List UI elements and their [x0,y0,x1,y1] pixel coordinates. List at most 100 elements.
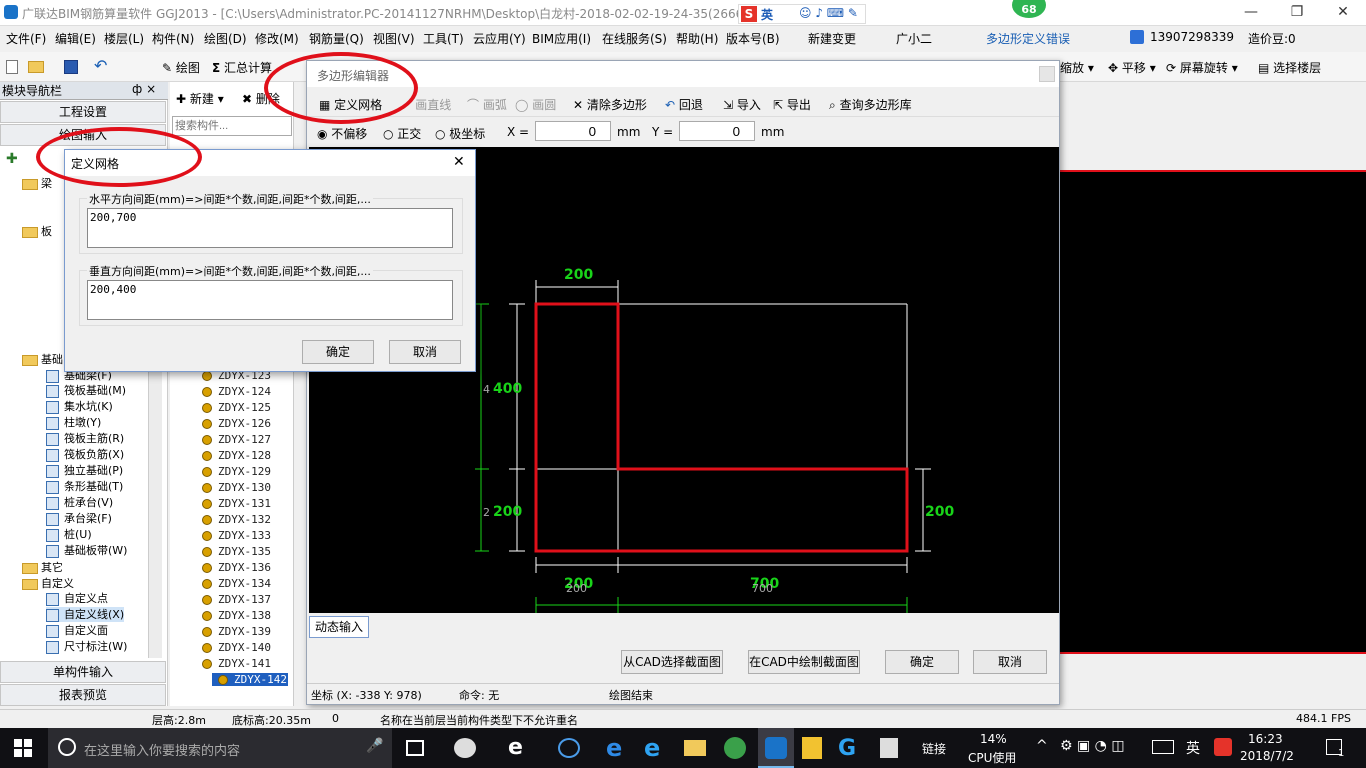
x-offset-input[interactable] [535,121,611,141]
poly-cancel-button[interactable]: 取消 [973,650,1047,674]
component-list-item[interactable]: ZDYX-130 [202,481,271,494]
add-icon[interactable]: ✚ [6,151,18,167]
ime-lang[interactable]: 英 [761,6,773,23]
export-button[interactable]: ⇱ 导出 [773,96,811,113]
sogou-tray-icon[interactable] [1214,738,1232,756]
folder-other[interactable]: 其它 [22,559,63,575]
windows-start-icon[interactable] [14,739,32,757]
g-app-icon[interactable]: G [838,736,856,761]
menu-draw[interactable]: 绘图(D) [204,30,247,47]
sum-tool[interactable]: Σ 汇总计算 [212,59,272,76]
menu-help[interactable]: 帮助(H) [676,30,718,47]
new-file-icon[interactable] [6,60,18,74]
draw-arc-button[interactable]: ⌒ 画弧 [467,96,507,113]
tree-item-pile[interactable]: 桩(U) [46,527,92,542]
import-button[interactable]: ⇲ 导入 [723,96,761,113]
pan-tool[interactable]: ✥ 平移 ▾ [1108,59,1156,76]
tray-icons[interactable]: ⚙ ▣ ◔ ◫ [1060,738,1125,754]
menu-component[interactable]: 构件(N) [152,30,194,47]
report-preview-button[interactable]: 报表预览 [0,684,166,706]
app-green-icon[interactable] [724,737,746,759]
tree-item-strip-footing[interactable]: 条形基础(T) [46,479,123,494]
component-list-item[interactable]: ZDYX-140 [202,641,271,654]
clear-polygon-button[interactable]: ✕ 清除多边形 [573,96,647,113]
select-from-cad-button[interactable]: 从CAD选择截面图 [621,650,723,674]
tray-lang[interactable]: 英 [1186,738,1200,758]
open-folder-icon[interactable] [28,61,44,73]
ie-blue-icon[interactable]: e [644,734,660,762]
undo-icon[interactable]: ↶ [94,56,107,75]
tree-item-raft-main-rebar[interactable]: 筏板主筋(R) [46,431,124,446]
ie-icon[interactable]: e [508,735,523,760]
draw-circle-button[interactable]: ◯ 画圆 [515,96,556,113]
component-list-item[interactable]: ZDYX-136 [202,561,271,574]
component-list-item[interactable]: ZDYX-127 [202,433,271,446]
component-list-item[interactable]: ZDYX-126 [202,417,271,430]
menu-modify[interactable]: 修改(M) [255,30,299,47]
taskbar-link[interactable]: 链接 [922,740,946,757]
component-list-item[interactable]: ZDYX-125 [202,401,271,414]
menu-view[interactable]: 视图(V) [373,30,415,47]
menu-version[interactable]: 版本号(B) [726,30,780,47]
radio-polar[interactable]: ○ 极坐标 [435,125,485,142]
tree-item-raft[interactable]: 筏板基础(M) [46,383,126,398]
single-input-button[interactable]: 单构件输入 [0,661,166,683]
tree-item-foundation-strip[interactable]: 基础板带(W) [46,543,127,558]
folder-custom[interactable]: 自定义 [22,575,74,591]
microphone-icon[interactable]: 🎤 [366,738,383,754]
component-list-item[interactable]: ZDYX-137 [202,593,271,606]
pin-close-icon[interactable]: ф × [132,82,156,96]
component-search-input[interactable] [172,116,292,136]
tree-item-dimension[interactable]: 尺寸标注(W) [46,639,127,654]
tree-item-pile-cap[interactable]: 桩承台(V) [46,495,113,510]
radio-ortho[interactable]: ○ 正交 [383,125,421,142]
draw-tool[interactable]: ✎ 绘图 [162,59,200,76]
menu-assistant[interactable]: 广小二 [896,30,932,47]
task-view-icon[interactable] [406,740,424,756]
menu-floor[interactable]: 楼层(L) [104,30,144,47]
app-fan-icon[interactable] [454,738,476,758]
error-link[interactable]: 多边形定义错误 [986,30,1070,47]
folder-slab[interactable]: 板 [22,223,52,239]
menu-new-change[interactable]: 新建变更 [808,30,856,47]
rotate-tool[interactable]: ⟳ 屏幕旋转 ▾ [1166,59,1238,76]
vertical-spacing-input[interactable]: 200,400 [87,280,453,320]
menu-bim[interactable]: BIM应用(I) [532,30,591,47]
component-list-item[interactable]: ZDYX-129 [202,465,271,478]
component-list-item[interactable]: ZDYX-133 [202,529,271,542]
dialog-close-icon[interactable]: ✕ [453,154,465,170]
menu-rebar[interactable]: 钢筋量(Q) [309,30,364,47]
menu-file[interactable]: 文件(F) [6,30,46,47]
sogou-icon[interactable]: S [741,6,757,22]
restore-button[interactable]: ❐ [1274,0,1320,26]
tree-item-custom-point[interactable]: 自定义点 [46,591,108,606]
component-list-item[interactable]: ZDYX-142 [212,673,288,686]
app-spiral-icon[interactable] [558,738,580,758]
save-icon[interactable] [64,60,78,74]
tree-item-custom-area[interactable]: 自定义面 [46,623,108,638]
project-settings-button[interactable]: 工程设置 [0,101,166,123]
tree-item-custom-line[interactable]: 自定义线(X) [46,607,125,622]
menu-tools[interactable]: 工具(T) [423,30,464,47]
new-component-button[interactable]: ✚ 新建 ▾ [176,90,224,107]
grid-cancel-button[interactable]: 取消 [389,340,461,364]
keyboard-icon[interactable] [1152,740,1174,754]
grid-ok-button[interactable]: 确定 [302,340,374,364]
tree-item-raft-neg-rebar[interactable]: 筏板负筋(X) [46,447,124,462]
notes-app-icon[interactable] [802,737,822,759]
active-app-tab[interactable] [758,728,794,768]
tree-item-cap-beam[interactable]: 承台梁(F) [46,511,112,526]
tree-item-sump[interactable]: 集水坑(K) [46,399,113,414]
edge-icon[interactable]: e [606,734,622,762]
tree-item-column-pier[interactable]: 柱墩(Y) [46,415,101,430]
zoom-tool[interactable]: 缩放 ▾ [1060,59,1094,76]
score-badge[interactable]: 68 [1012,0,1046,18]
component-list-item[interactable]: ZDYX-132 [202,513,271,526]
component-list-item[interactable]: ZDYX-124 [202,385,271,398]
help-app-icon[interactable] [880,738,898,758]
component-list-item[interactable]: ZDYX-128 [202,449,271,462]
horizontal-spacing-input[interactable]: 200,700 [87,208,453,248]
select-floor-tool[interactable]: ▤ 选择楼层 [1258,59,1321,76]
price-beans[interactable]: 造价豆:0 [1248,30,1296,47]
minimize-button[interactable]: — [1228,0,1274,26]
